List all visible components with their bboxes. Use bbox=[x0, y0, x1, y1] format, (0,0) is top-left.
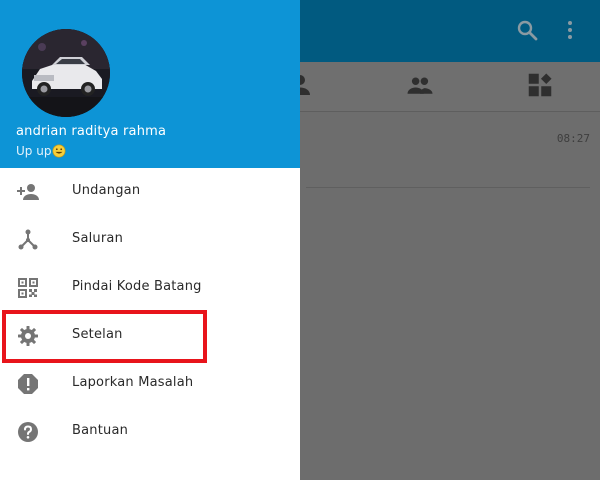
drawer-header: andrian raditya rahma Up up bbox=[0, 0, 300, 168]
menu-item-label: Saluran bbox=[72, 231, 124, 246]
grin-emoji-icon bbox=[52, 144, 66, 158]
profile-status-text: Up up bbox=[16, 144, 52, 158]
chat-list-item[interactable]: 08:27 bbox=[300, 112, 600, 187]
divider bbox=[306, 187, 590, 188]
menu-item-pindai-kode-batang[interactable]: Pindai Kode Batang bbox=[0, 264, 300, 312]
tab-contacts[interactable] bbox=[390, 62, 450, 112]
menu-item-label: Laporkan Masalah bbox=[72, 375, 194, 390]
menu-item-undangan[interactable]: Undangan bbox=[0, 168, 300, 216]
search-icon[interactable] bbox=[509, 12, 545, 48]
channel-icon bbox=[16, 228, 40, 252]
menu-item-label: Bantuan bbox=[72, 423, 129, 438]
avatar[interactable] bbox=[22, 29, 110, 117]
person-add-icon bbox=[16, 180, 40, 204]
profile-status: Up up bbox=[16, 144, 66, 158]
menu-item-bantuan[interactable]: Bantuan bbox=[0, 408, 300, 456]
menu-item-laporkan-masalah[interactable]: Laporkan Masalah bbox=[0, 360, 300, 408]
group-icon bbox=[405, 70, 435, 104]
qr-code-icon bbox=[16, 276, 40, 300]
help-icon bbox=[16, 420, 40, 444]
highlight-box bbox=[2, 310, 207, 363]
tab-apps[interactable] bbox=[510, 62, 570, 112]
more-vert-icon[interactable] bbox=[552, 12, 588, 48]
menu-item-label: Undangan bbox=[72, 183, 141, 198]
report-icon bbox=[16, 372, 40, 396]
menu-item-saluran[interactable]: Saluran bbox=[0, 216, 300, 264]
menu-item-label: Pindai Kode Batang bbox=[72, 279, 202, 294]
navigation-drawer: andrian raditya rahma Up up Undangan Sal… bbox=[0, 0, 300, 480]
profile-name: andrian raditya rahma bbox=[16, 124, 167, 139]
dashboard-icon bbox=[525, 70, 555, 104]
chat-time: 08:27 bbox=[556, 132, 590, 145]
